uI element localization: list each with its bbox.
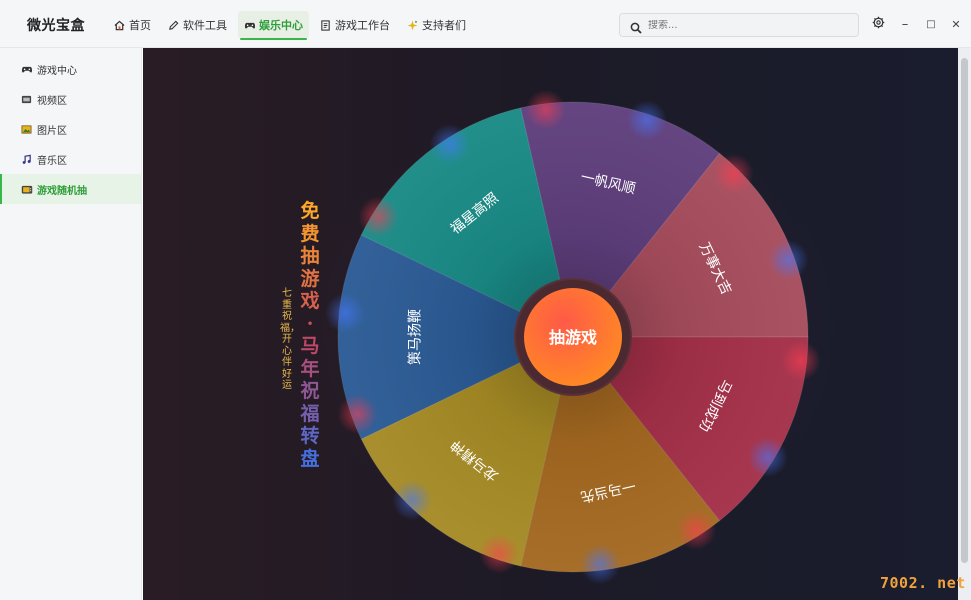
music-note-icon bbox=[21, 154, 32, 165]
sidebar-item-images[interactable]: 图片区 bbox=[0, 114, 141, 144]
wheel-light bbox=[337, 394, 378, 435]
sidebar: 游戏中心 视频区 图片区 音乐区 游戏随机抽 bbox=[0, 48, 142, 600]
maximize-button[interactable]: □ bbox=[921, 14, 941, 34]
spin-button-label[interactable]: 抽游戏 bbox=[549, 328, 597, 347]
search-icon bbox=[630, 19, 642, 34]
tab-entertainment-center[interactable]: 娱乐中心 bbox=[238, 11, 309, 40]
image-icon bbox=[21, 124, 32, 135]
wheel-light bbox=[525, 89, 566, 130]
wheel-light bbox=[479, 533, 519, 574]
wheel-light bbox=[429, 124, 470, 164]
home-icon bbox=[114, 20, 125, 31]
settings-button[interactable] bbox=[868, 14, 888, 34]
sidebar-item-label: 音乐区 bbox=[37, 155, 67, 167]
wheel-light bbox=[325, 293, 366, 334]
wheel-light bbox=[713, 153, 754, 194]
minimize-button[interactable]: – bbox=[895, 14, 915, 34]
retro-tv-icon bbox=[21, 184, 33, 195]
title-bar: 微光宝盒 首页 软件工具 娱乐中心 游戏工作台 支持者们 搜索... – □ ✕ bbox=[0, 0, 971, 48]
tab-label: 支持者们 bbox=[422, 19, 466, 32]
sidebar-item-music[interactable]: 音乐区 bbox=[0, 144, 141, 174]
wheel-light bbox=[747, 437, 788, 478]
wheel-light bbox=[358, 196, 399, 237]
gear-icon bbox=[872, 16, 885, 33]
sidebar-item-label: 视频区 bbox=[37, 95, 67, 107]
tab-label: 软件工具 bbox=[183, 19, 227, 32]
wheel-light bbox=[627, 100, 667, 141]
sidebar-item-video[interactable]: 视频区 bbox=[0, 84, 141, 114]
tab-label: 游戏工作台 bbox=[335, 19, 390, 32]
lucky-wheel-stage: 免费抽游戏 · 马年祝福转盘 七重祝福，开心伴好运 万事大吉 马到成功 一马当先… bbox=[143, 48, 958, 600]
tab-label: 娱乐中心 bbox=[259, 19, 303, 32]
prize-wheel[interactable]: 万事大吉马到成功一马当先龙马精神策马扬鞭福星高照一帆风顺 抽游戏 bbox=[143, 48, 958, 600]
close-button[interactable]: ✕ bbox=[946, 14, 966, 34]
wheel-light bbox=[676, 510, 717, 550]
film-icon bbox=[21, 94, 32, 105]
sidebar-item-game-center[interactable]: 游戏中心 bbox=[0, 54, 141, 84]
pencil-icon bbox=[168, 20, 179, 31]
wheel-segment-label: 策马扬鞭 bbox=[407, 309, 424, 365]
app-title: 微光宝盒 bbox=[27, 18, 85, 34]
wheel-light bbox=[780, 340, 821, 381]
tab-game-workbench[interactable]: 游戏工作台 bbox=[314, 11, 396, 39]
wheel-light bbox=[392, 480, 433, 521]
search-input[interactable] bbox=[648, 19, 838, 31]
search-box[interactable] bbox=[619, 13, 859, 37]
sidebar-item-label: 游戏中心 bbox=[37, 65, 77, 77]
sidebar-item-label: 游戏随机抽 bbox=[37, 185, 87, 197]
sidebar-item-random-game[interactable]: 游戏随机抽 bbox=[0, 174, 141, 204]
tab-label: 首页 bbox=[129, 19, 151, 32]
tab-supporters[interactable]: 支持者们 bbox=[401, 11, 472, 39]
document-icon bbox=[320, 19, 331, 31]
sparkle-icon bbox=[407, 19, 418, 31]
tab-home[interactable]: 首页 bbox=[108, 11, 157, 39]
gamepad-icon bbox=[244, 20, 256, 31]
scrollbar-thumb[interactable] bbox=[961, 58, 968, 563]
top-nav: 首页 软件工具 娱乐中心 游戏工作台 支持者们 bbox=[108, 11, 477, 40]
gamepad-icon bbox=[21, 64, 33, 75]
wheel-light bbox=[580, 544, 621, 585]
tab-software-tools[interactable]: 软件工具 bbox=[162, 11, 233, 39]
watermark: 7002. net bbox=[880, 574, 966, 592]
sidebar-item-label: 图片区 bbox=[37, 125, 67, 137]
wheel-light bbox=[768, 239, 809, 280]
